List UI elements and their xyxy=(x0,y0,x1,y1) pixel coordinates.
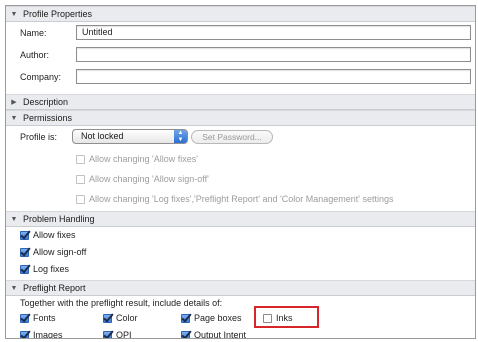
report-option-page-boxes[interactable]: Page boxes xyxy=(181,313,242,323)
name-label: Name: xyxy=(20,28,47,38)
option-label: Allow sign-off xyxy=(33,247,87,257)
profile-properties-panel: ▼ Profile Properties Name: Untitled Auth… xyxy=(5,5,476,339)
problem-option[interactable]: Log fixes xyxy=(20,264,69,274)
report-option-color[interactable]: Color xyxy=(103,313,138,323)
option-label: Color xyxy=(116,313,138,323)
checkbox[interactable] xyxy=(103,330,112,338)
name-field[interactable]: Untitled xyxy=(76,25,471,40)
checkbox[interactable] xyxy=(76,154,85,164)
section-title: Preflight Report xyxy=(23,283,86,293)
checkbox[interactable] xyxy=(20,313,29,323)
section-title: Problem Handling xyxy=(23,214,95,224)
author-field[interactable] xyxy=(76,47,471,62)
section-profile-properties[interactable]: ▼ Profile Properties xyxy=(6,6,475,22)
report-option-images[interactable]: Images xyxy=(20,330,63,339)
option-label: Allow fixes xyxy=(33,230,76,240)
triangle-right-icon[interactable]: ▶ xyxy=(9,98,19,106)
section-title: Profile Properties xyxy=(23,9,93,19)
checkbox[interactable] xyxy=(103,313,112,323)
preflight-intro-text: Together with the preflight result, incl… xyxy=(20,298,223,308)
permission-option[interactable]: Allow changing 'Allow fixes' xyxy=(76,154,198,164)
permission-option[interactable]: Allow changing 'Allow sign-off' xyxy=(76,174,209,184)
option-label: Page boxes xyxy=(194,313,242,323)
report-option-output-intent[interactable]: Output Intent xyxy=(181,330,247,339)
set-password-button[interactable]: Set Password... xyxy=(191,130,273,144)
triangle-down-icon[interactable]: ▼ xyxy=(9,285,19,292)
option-label: Images xyxy=(33,330,63,339)
report-option-fonts[interactable]: Fonts xyxy=(20,313,56,323)
triangle-down-icon[interactable]: ▼ xyxy=(9,216,19,223)
report-option-opi[interactable]: OPI xyxy=(103,330,132,339)
section-description[interactable]: ▶ Description xyxy=(6,94,475,110)
section-title: Permissions xyxy=(23,113,73,123)
checkbox[interactable] xyxy=(181,313,190,323)
up-down-arrows-icon: ▲ ▼ xyxy=(174,130,187,143)
checkbox[interactable] xyxy=(20,330,29,338)
checkbox[interactable] xyxy=(20,230,29,240)
option-label: Fonts xyxy=(33,313,56,323)
permission-option[interactable]: Allow changing 'Log fixes','Preflight Re… xyxy=(76,194,393,204)
problem-option[interactable]: Allow fixes xyxy=(20,230,76,240)
section-preflight-report[interactable]: ▼ Preflight Report xyxy=(6,280,475,296)
option-label: OPI xyxy=(116,330,132,339)
option-label: Allow changing 'Log fixes','Preflight Re… xyxy=(89,194,394,204)
option-label: Output Intent xyxy=(194,330,247,339)
company-label: Company: xyxy=(20,72,62,82)
lock-state-select[interactable]: Not locked ▲ ▼ xyxy=(72,129,188,144)
section-problem-handling[interactable]: ▼ Problem Handling xyxy=(6,211,475,227)
checkbox[interactable] xyxy=(181,330,190,338)
checkbox[interactable] xyxy=(20,264,29,274)
highlight-box xyxy=(254,306,319,328)
profile-is-label: Profile is: xyxy=(20,132,58,142)
author-label: Author: xyxy=(20,50,50,60)
problem-option[interactable]: Allow sign-off xyxy=(20,247,86,257)
checkbox[interactable] xyxy=(20,247,29,257)
option-label: Allow changing 'Allow sign-off' xyxy=(89,174,209,184)
triangle-down-icon[interactable]: ▼ xyxy=(9,11,19,18)
checkbox[interactable] xyxy=(76,194,85,204)
option-label: Log fixes xyxy=(33,264,70,274)
triangle-down-icon[interactable]: ▼ xyxy=(9,115,19,122)
section-permissions[interactable]: ▼ Permissions xyxy=(6,110,475,126)
section-title: Description xyxy=(23,97,69,107)
option-label: Allow changing 'Allow fixes' xyxy=(89,154,198,164)
lock-state-value: Not locked xyxy=(81,131,124,141)
checkbox[interactable] xyxy=(76,174,85,184)
company-field[interactable] xyxy=(76,69,471,84)
